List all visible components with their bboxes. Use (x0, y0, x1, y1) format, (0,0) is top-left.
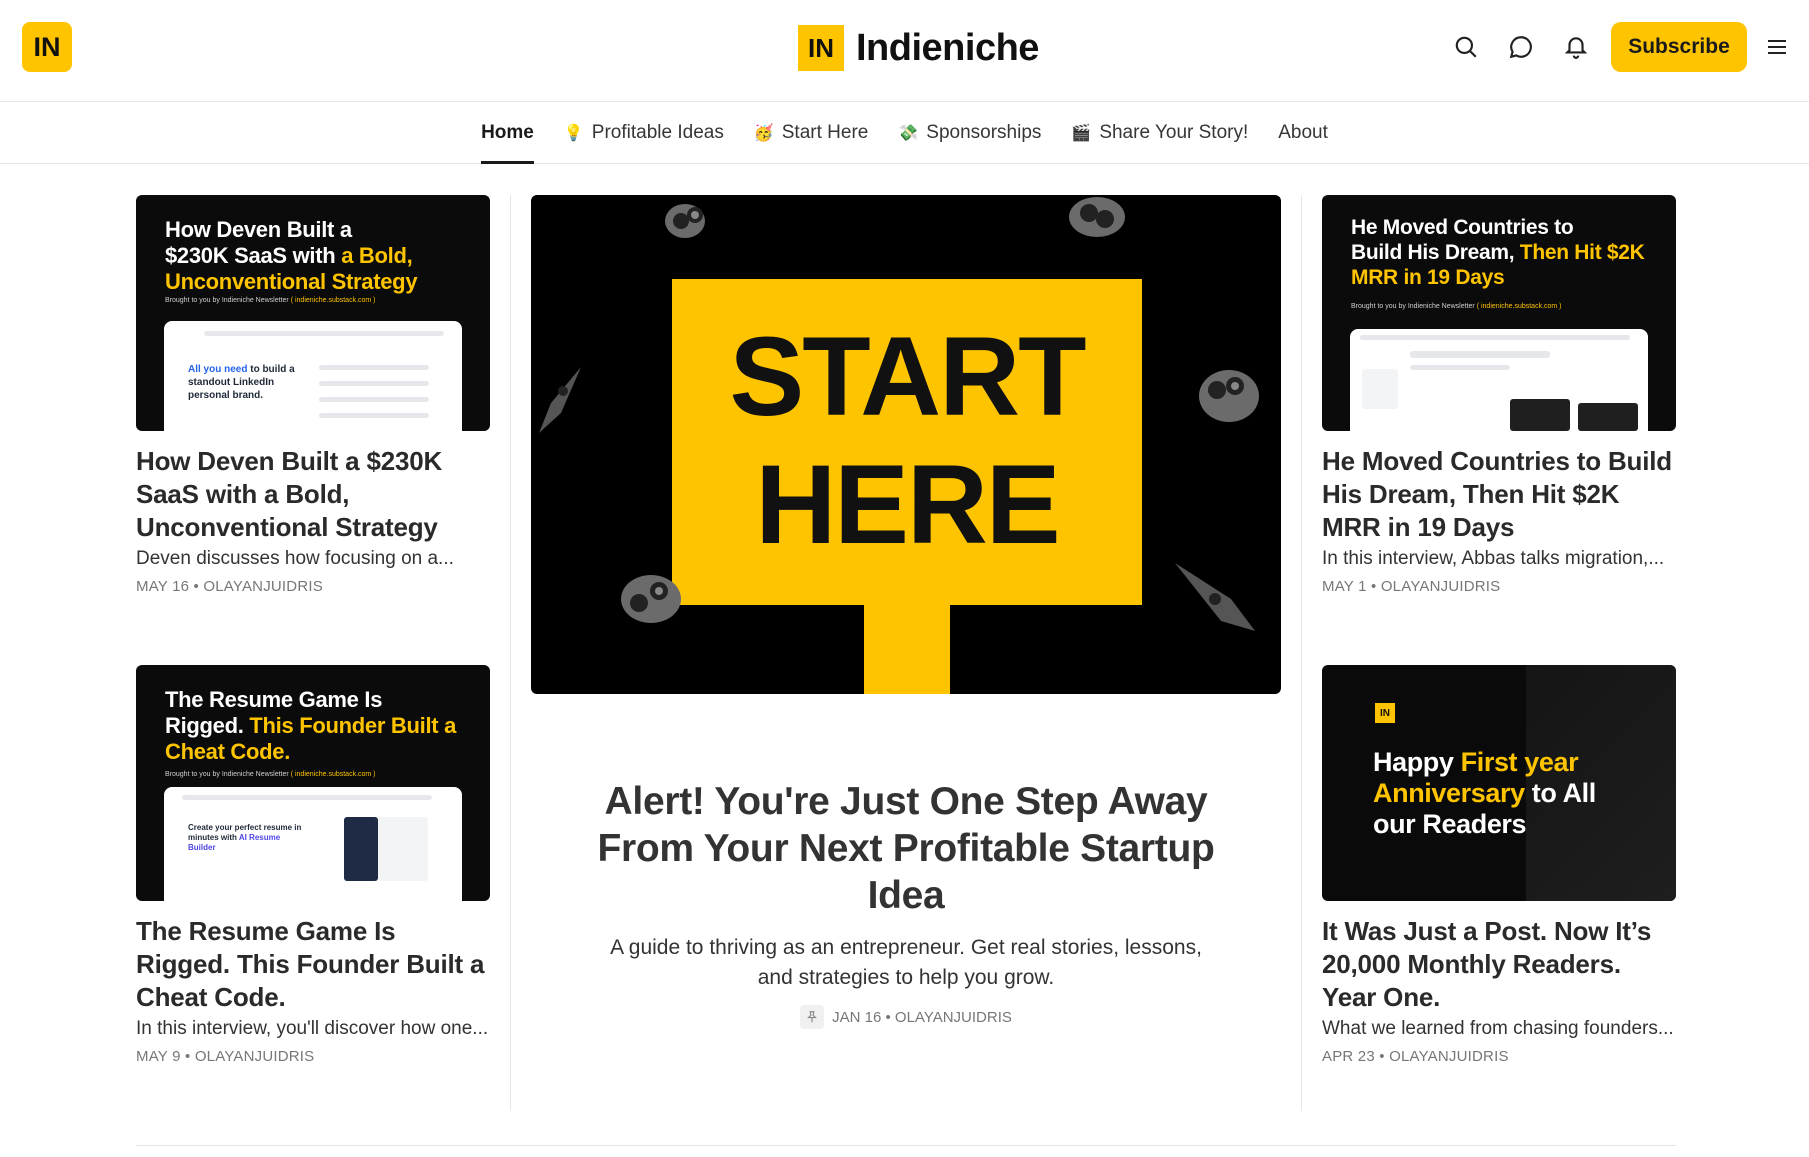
product-screenshot: Create your perfect resume in minutes wi… (164, 787, 462, 901)
post-card-abbas[interactable]: He Moved Countries to Build His Dream, T… (1322, 195, 1676, 595)
start-here-sign: START HERE (672, 279, 1142, 605)
post-thumbnail[interactable]: He Moved Countries to Build His Dream, T… (1322, 195, 1676, 431)
post-title[interactable]: The Resume Game Is Rigged. This Founder … (136, 915, 490, 1014)
subscribe-button[interactable]: Subscribe (1611, 22, 1747, 72)
thumbnail-credit: Brought to you by Indieniche Newsletter … (1351, 303, 1562, 310)
sign-post (864, 603, 950, 694)
post-meta: MAY 1 • OLAYANJUIDRIS (1322, 578, 1501, 595)
menu-icon[interactable] (1760, 30, 1794, 64)
post-meta: MAY 9 • OLAYANJUIDRIS (136, 1048, 315, 1065)
thumbnail-badge: IN (1375, 703, 1395, 723)
nav-item-sponsorships[interactable]: 💸 Sponsorships (883, 102, 1056, 163)
post-meta: APR 23 • OLAYANJUIDRIS (1322, 1048, 1509, 1065)
money-icon: 💸 (898, 124, 919, 142)
featured-meta-text: JAN 16 • OLAYANJUIDRIS (832, 1008, 1012, 1026)
site-logo[interactable]: IN (22, 22, 72, 72)
goggles-icon (665, 204, 705, 238)
nav-item-start-here[interactable]: 🥳 Start Here (739, 102, 884, 163)
thumbnail-headline: How Deven Built a $230K SaaS with a Bold… (165, 217, 418, 294)
post-meta: MAY 16 • OLAYANJUIDRIS (136, 578, 323, 595)
post-description: In this interview, Abbas talks migration… (1322, 548, 1665, 569)
brand-badge: IN (798, 25, 844, 71)
featured-post[interactable]: START HERE Alert! You're Just One Step A… (531, 195, 1281, 1029)
post-description: Deven discusses how focusing on a... (136, 548, 454, 569)
post-title[interactable]: It Was Just a Post. Now It’s 20,000 Mont… (1322, 915, 1676, 1014)
rocket-icon (1175, 563, 1255, 631)
thumbnail-headline: He Moved Countries to Build His Dream, T… (1351, 216, 1645, 289)
lightbulb-icon: 💡 (563, 124, 584, 142)
section-divider (136, 1145, 1676, 1146)
nav-label: Home (481, 121, 534, 143)
post-thumbnail[interactable]: IN Happy First year Anniversary to All o… (1322, 665, 1676, 901)
post-description: What we learned from chasing founders... (1322, 1018, 1674, 1039)
goggles-icon (1199, 370, 1259, 422)
brand-name: Indieniche (856, 26, 1039, 69)
post-card-deven[interactable]: How Deven Built a $230K SaaS with a Bold… (136, 195, 490, 595)
goggles-icon (1069, 197, 1125, 237)
nav-label: Start Here (781, 121, 869, 143)
brand[interactable]: IN Indieniche (798, 24, 1039, 72)
party-face-icon: 🥳 (753, 124, 774, 142)
post-thumbnail[interactable]: How Deven Built a $230K SaaS with a Bold… (136, 195, 490, 431)
pin-icon (800, 1005, 825, 1029)
column-divider (510, 195, 511, 1111)
column-divider (1301, 195, 1302, 1111)
post-thumbnail[interactable]: The Resume Game Is Rigged. This Founder … (136, 665, 490, 901)
post-card-anniversary[interactable]: IN Happy First year Anniversary to All o… (1322, 665, 1676, 1065)
thumbnail-headline: The Resume Game Is Rigged. This Founder … (165, 687, 457, 764)
nav-item-home[interactable]: Home (466, 102, 549, 164)
post-title[interactable]: He Moved Countries to Build His Dream, T… (1322, 445, 1676, 544)
nav-label: Sponsorships (926, 121, 1042, 143)
chat-icon[interactable] (1504, 30, 1538, 64)
clapperboard-icon: 🎬 (1071, 124, 1092, 142)
nav-item-about[interactable]: About (1263, 102, 1343, 163)
thumbnail-credit: Brought to you by Indieniche Newsletter … (165, 771, 376, 778)
post-title[interactable]: How Deven Built a $230K SaaS with a Bold… (136, 445, 490, 544)
featured-image[interactable]: START HERE (531, 195, 1281, 694)
nav-item-profitable-ideas[interactable]: 💡 Profitable Ideas (549, 102, 739, 163)
post-description: In this interview, you'll discover how o… (136, 1018, 489, 1039)
featured-description: A guide to thriving as an entrepreneur. … (610, 936, 1202, 989)
featured-meta: JAN 16 • OLAYANJUIDRIS (531, 1005, 1281, 1029)
top-bar: IN IN Indieniche Subscribe (0, 0, 1809, 102)
product-screenshot (1350, 329, 1648, 431)
thumbnail-credit: Brought to you by Indieniche Newsletter … (165, 297, 376, 304)
bell-icon[interactable] (1559, 30, 1593, 64)
nav-item-share-your-story[interactable]: 🎬 Share Your Story! (1056, 102, 1263, 163)
goggles-icon (621, 575, 681, 623)
nav-label: Share Your Story! (1099, 121, 1249, 143)
product-screenshot: All you need to build a standout LinkedI… (164, 321, 462, 431)
search-icon[interactable] (1449, 30, 1483, 64)
main-nav: Home 💡 Profitable Ideas 🥳 Start Here 💸 Spon… (0, 102, 1809, 164)
nav-label: About (1278, 121, 1328, 143)
post-card-resume[interactable]: The Resume Game Is Rigged. This Founder … (136, 665, 490, 1065)
nav-label: Profitable Ideas (591, 121, 724, 143)
featured-title[interactable]: Alert! You're Just One Step Away From Yo… (531, 778, 1281, 919)
rocket-icon (539, 367, 581, 433)
thumbnail-headline: Happy First year Anniversary to All our … (1373, 747, 1596, 839)
